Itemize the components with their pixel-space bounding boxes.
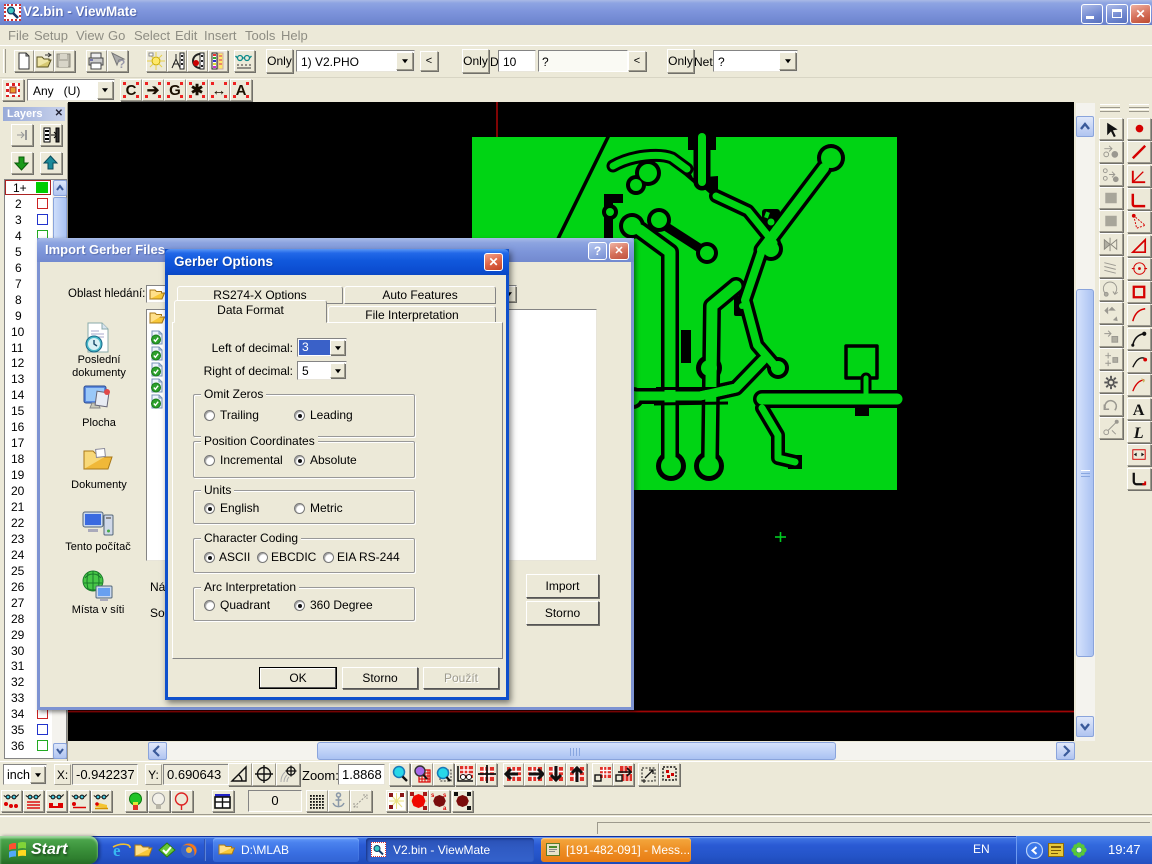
svg-text:?: ?: [118, 57, 125, 71]
svg-text:s: s: [431, 793, 435, 799]
svg-text:a: a: [443, 806, 447, 811]
svg-text:L: L: [1133, 424, 1144, 442]
svg-text:A: A: [1133, 401, 1145, 419]
svg-text:s: s: [443, 793, 447, 799]
